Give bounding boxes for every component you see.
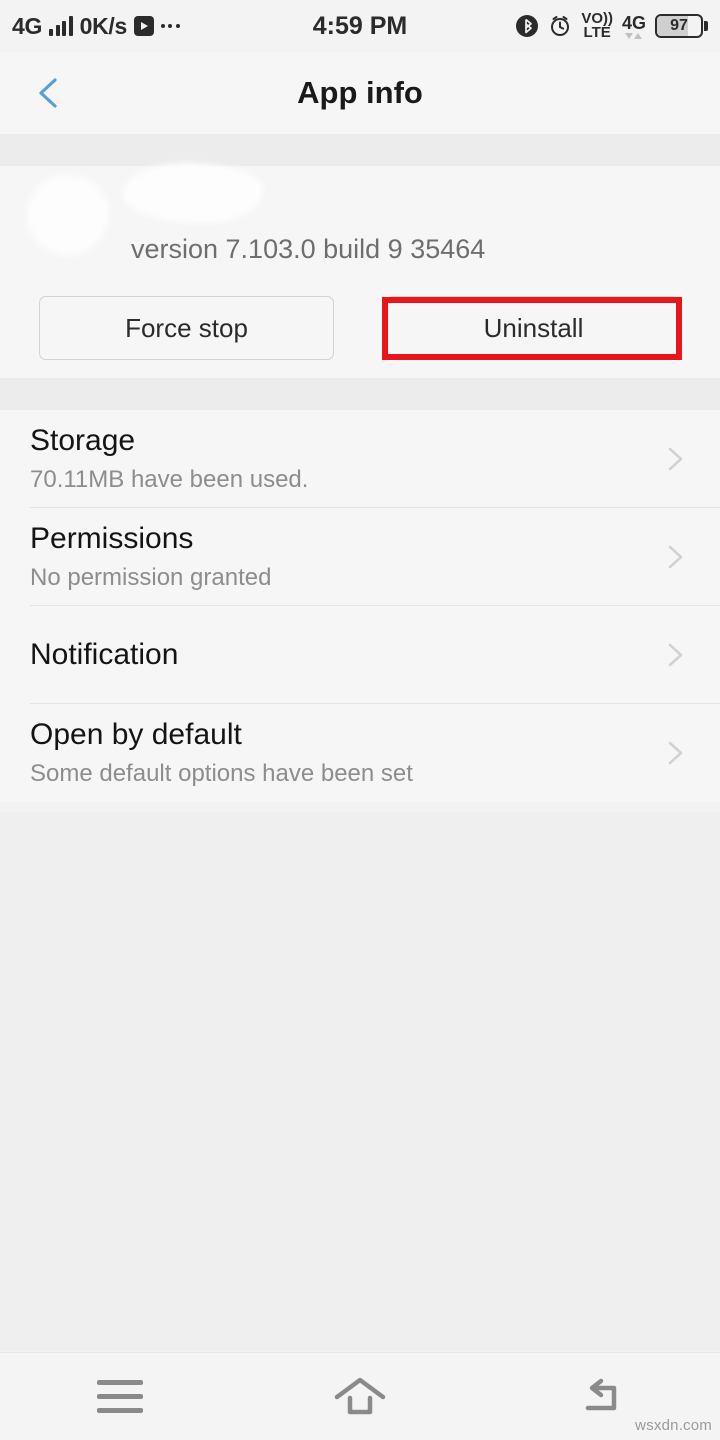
uninstall-button[interactable]: Uninstall xyxy=(387,296,680,360)
chevron-right-icon xyxy=(668,447,683,471)
status-bar-left: 4G 0K/s xyxy=(12,12,180,39)
battery-percent-label: 97 xyxy=(670,17,688,34)
list-item-subtitle: No permission granted xyxy=(30,563,272,591)
app-info-screen: 4G 0K/s 4:59 PM VO)) LTE 4G 97 App info … xyxy=(0,0,720,1440)
back-chevron-icon[interactable] xyxy=(32,76,66,110)
app-name-redacted xyxy=(128,168,258,218)
app-header: version 7.103.0 build 9 35464 xyxy=(0,166,720,278)
section-divider-middle xyxy=(0,378,720,410)
menu-button[interactable] xyxy=(75,1367,165,1427)
home-button[interactable] xyxy=(315,1367,405,1427)
back-arrow-icon xyxy=(585,1378,617,1410)
list-item-permissions[interactable]: Permissions No permission granted xyxy=(0,508,720,606)
bluetooth-icon xyxy=(516,15,539,37)
list-item-subtitle: 70.11MB have been used. xyxy=(30,465,309,493)
play-icon xyxy=(133,16,154,36)
alarm-clock-icon xyxy=(551,16,570,36)
volte-icon: VO)) LTE xyxy=(581,11,613,41)
watermark: wsxdn.com xyxy=(635,1417,712,1434)
battery-icon: 97 xyxy=(655,14,708,38)
list-item-open-by-default[interactable]: Open by default Some default options hav… xyxy=(0,704,720,802)
chevron-right-icon xyxy=(668,741,683,765)
chevron-right-icon xyxy=(668,643,683,667)
signal-strength-icon xyxy=(49,16,73,36)
app-icon-redacted xyxy=(32,180,104,250)
status-bar: 4G 0K/s 4:59 PM VO)) LTE 4G 97 xyxy=(0,0,720,52)
mobile-data-label: 4G xyxy=(621,12,646,33)
list-item-title: Notification xyxy=(30,638,179,672)
list-item-storage[interactable]: Storage 70.11MB have been used. xyxy=(0,410,720,508)
mobile-data-icon: 4G xyxy=(622,14,646,39)
settings-list: Storage 70.11MB have been used. Permissi… xyxy=(0,410,720,802)
list-item-title: Permissions xyxy=(30,522,194,556)
empty-content-area xyxy=(0,812,720,1351)
force-stop-button[interactable]: Force stop xyxy=(39,296,334,360)
more-dots-icon xyxy=(160,24,180,28)
title-bar: App info xyxy=(0,52,720,134)
action-buttons-row: Force stop Uninstall xyxy=(0,278,720,378)
list-item-notification[interactable]: Notification xyxy=(0,606,720,704)
data-speed-label: 0K/s xyxy=(79,12,128,39)
back-button[interactable] xyxy=(555,1367,645,1427)
app-version-label: version 7.103.0 build 9 35464 xyxy=(131,234,486,264)
chevron-right-icon xyxy=(668,545,683,569)
status-bar-right: VO)) LTE 4G 97 xyxy=(515,11,708,41)
data-transfer-arrows-icon xyxy=(625,32,643,39)
section-divider-top xyxy=(0,134,720,166)
list-item-title: Open by default xyxy=(30,718,242,752)
home-icon xyxy=(334,1377,386,1414)
network-type-label: 4G xyxy=(12,12,43,39)
list-item-title: Storage xyxy=(30,424,136,458)
volte-bottom-label: LTE xyxy=(583,24,611,41)
system-navigation-bar xyxy=(0,1352,720,1440)
list-item-subtitle: Some default options have been set xyxy=(30,759,413,787)
page-title: App info xyxy=(297,75,423,110)
menu-icon xyxy=(97,1380,143,1413)
